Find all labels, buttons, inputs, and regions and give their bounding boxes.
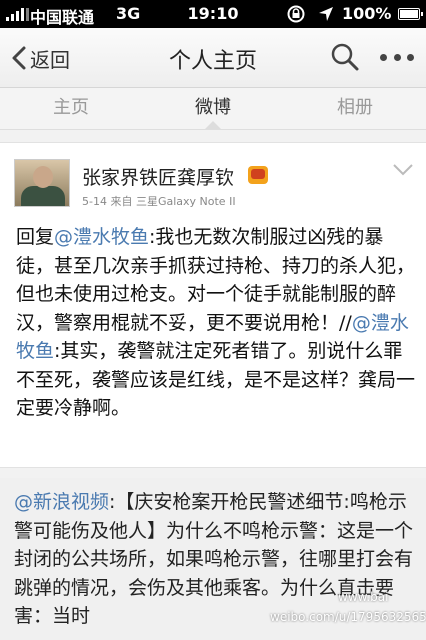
post-text-segment: :其实，袭警就注定死者错了。别说什么罪不至死，袭警应该是红线，是不是这样？龚局一… — [16, 340, 416, 419]
navigation-bar: 返回 个人主页 — [0, 28, 426, 88]
status-bar: 中国联通 3G 19:10 100% — [0, 0, 426, 28]
mention-link[interactable]: @澧水牧鱼 — [54, 226, 149, 248]
location-arrow-icon — [319, 7, 333, 21]
rotation-lock-icon — [287, 5, 305, 23]
watermark-url: weibo.com/u/1795632565 — [270, 610, 426, 624]
more-options-icon[interactable] — [380, 42, 414, 72]
post-text: 回复@澧水牧鱼:我也无数次制服过凶残的暴徒，甚至几次亲手抓获过持枪、持刀的杀人犯… — [16, 223, 416, 423]
chevron-down-icon[interactable] — [392, 163, 414, 177]
post-meta: 5-14 来自 三星Galaxy Note II — [82, 195, 236, 208]
reposted-content[interactable]: @新浪视频:【庆安枪案开枪民警述细节:鸣枪示警可能伤及他人】为什么不鸣枪示警：这… — [0, 478, 426, 640]
profile-tabs: 主页 微博 相册 — [0, 88, 426, 130]
search-icon[interactable] — [330, 42, 360, 72]
post-text-segment: 回复 — [16, 226, 55, 248]
watermark: www.bai — [338, 590, 389, 604]
member-badge-icon — [248, 166, 268, 184]
mention-link[interactable]: @新浪视频 — [14, 491, 109, 513]
weibo-post[interactable]: 张家界铁匠龚厚钦 5-14 来自 三星Galaxy Note II 回复@澧水牧… — [0, 142, 426, 468]
battery-icon — [398, 8, 423, 20]
tab-home[interactable]: 主页 — [0, 88, 142, 129]
username[interactable]: 张家界铁匠龚厚钦 — [82, 163, 234, 190]
tab-album[interactable]: 相册 — [284, 88, 426, 129]
battery-percent: 100% — [342, 4, 392, 23]
tab-weibo[interactable]: 微博 — [142, 88, 284, 129]
avatar[interactable] — [14, 159, 70, 207]
page-title: 个人主页 — [168, 49, 257, 74]
